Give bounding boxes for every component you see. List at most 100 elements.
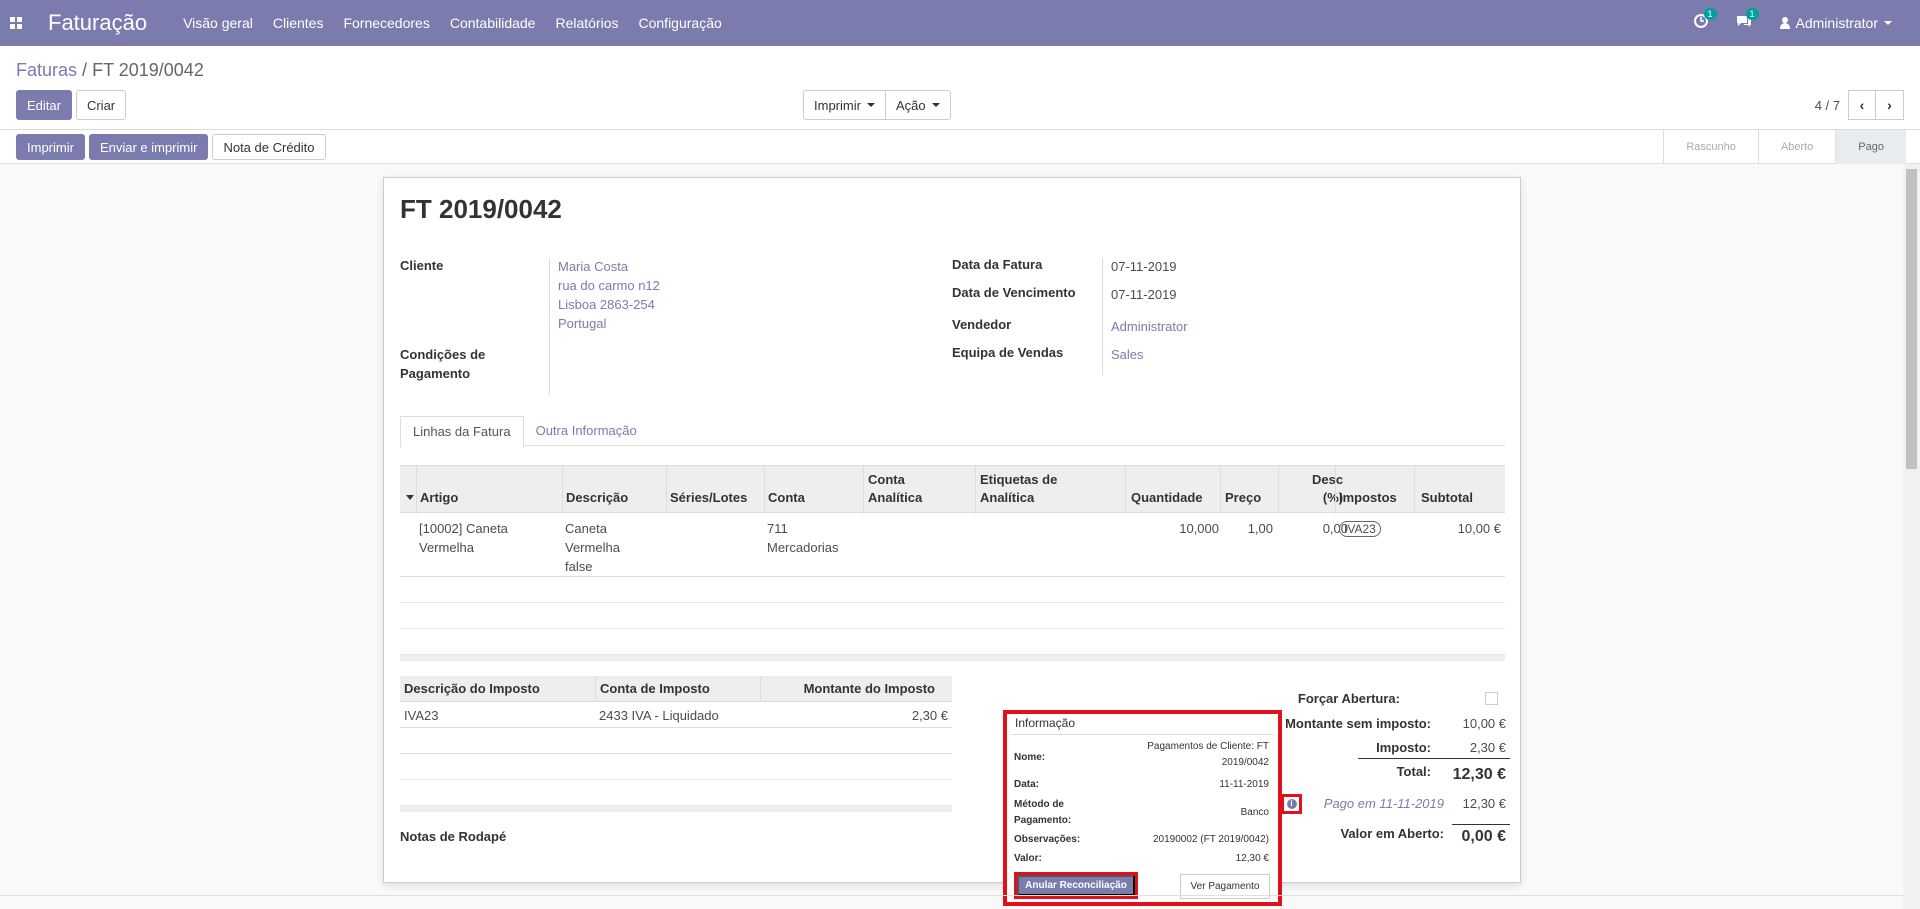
col-preco[interactable]: Preço <box>1225 489 1261 507</box>
col-conta-analitica[interactable]: Conta Analítica <box>868 471 922 507</box>
col-desc-line1: Desc <box>1312 472 1344 487</box>
apps-menu-icon[interactable] <box>0 0 32 46</box>
customer-name[interactable]: Maria Costa <box>558 259 628 274</box>
print-dropdown-label: Imprimir <box>814 97 861 113</box>
popover-method-label-line2: Pagamento: <box>1014 815 1072 826</box>
caret-down-icon <box>931 103 940 107</box>
payment-info-popover: Informação Nome: Pagamentos de Cliente: … <box>1003 710 1282 906</box>
app-brand[interactable]: Faturação <box>48 10 147 36</box>
customer-street[interactable]: rua do carmo n12 <box>558 278 660 293</box>
col-conta[interactable]: Conta <box>768 489 805 507</box>
column-separator <box>1335 466 1336 514</box>
table-row[interactable]: [10002] Caneta Vermelha Caneta Vermelha fal… <box>400 513 1505 577</box>
tab-other-info[interactable]: Outra Informação <box>524 416 649 448</box>
col-tax-amount[interactable]: Montante do Imposto <box>804 681 935 696</box>
unreconcile-button[interactable]: Anular Reconciliação <box>1017 875 1135 896</box>
residual-value: 0,00 € <box>1461 828 1506 845</box>
col-tax-account[interactable]: Conta de Imposto <box>600 681 710 696</box>
cell-artigo: [10002] Caneta Vermelha <box>419 519 508 557</box>
column-separator <box>863 466 864 514</box>
payment-terms-label: Condições de Pagamento <box>400 345 485 383</box>
control-panel: Faturas / FT 2019/0042 Editar Criar Impr… <box>0 46 1920 130</box>
cell-quantidade: 10,000 <box>1179 521 1219 536</box>
col-series[interactable]: Séries/Lotes <box>670 489 747 507</box>
invoice-lines-table: Artigo Descrição Séries/Lotes Conta Cont… <box>400 465 1505 661</box>
scrollbar-thumb[interactable] <box>1906 169 1917 469</box>
action-dropdown[interactable]: Ação <box>885 90 951 120</box>
cell-descricao-line2: Vermelha <box>565 540 620 555</box>
tab-invoice-lines[interactable]: Linhas da Fatura <box>400 416 524 448</box>
create-button[interactable]: Criar <box>75 90 127 120</box>
user-avatar-icon <box>1779 17 1790 29</box>
force-open-label: Forçar Abertura: <box>1297 691 1400 706</box>
menu-clientes[interactable]: Clientes <box>273 15 324 31</box>
menu-relatorios[interactable]: Relatórios <box>555 15 618 31</box>
tax-table-header: Descrição do Imposto Conta de Imposto Mo… <box>400 676 952 702</box>
menu-contabilidade[interactable]: Contabilidade <box>450 15 536 31</box>
popover-notes-value: 20190002 (FT 2019/0042) <box>1152 834 1269 845</box>
column-separator <box>1414 466 1415 514</box>
pager-value[interactable]: 4 / 7 <box>1815 98 1840 113</box>
popover-method-label: Método de Pagamento: <box>1014 797 1071 829</box>
print-invoice-button[interactable]: Imprimir <box>16 134 85 160</box>
menu-visao-geral[interactable]: Visão geral <box>183 15 253 31</box>
column-separator <box>595 676 596 702</box>
pager-previous-button[interactable]: ‹ <box>1848 90 1876 120</box>
user-menu[interactable]: Administrator <box>1779 15 1892 31</box>
customer-label: Cliente <box>400 258 444 273</box>
payment-info-highlight[interactable]: i <box>1281 794 1302 814</box>
col-impostos[interactable]: Impostos <box>1339 489 1397 507</box>
invoice-sheet: FT 2019/0042 Cliente Maria Costa rua do … <box>383 177 1521 883</box>
empty-row <box>400 780 952 806</box>
cell-descricao: Caneta Vermelha false <box>565 519 620 576</box>
col-subtotal[interactable]: Subtotal <box>1421 489 1473 507</box>
pager-next-button[interactable]: › <box>1876 90 1904 120</box>
col-conta-analitica-line1: Conta <box>868 472 905 487</box>
stage-pago[interactable]: Pago <box>1835 130 1906 164</box>
credit-note-button[interactable]: Nota de Crédito <box>212 134 326 160</box>
tax-description-cell: IVA23 <box>404 708 439 723</box>
col-quantidade[interactable]: Quantidade <box>1131 489 1203 507</box>
stage-rascunho[interactable]: Rascunho <box>1663 130 1758 164</box>
page-scrollbar[interactable] <box>1903 164 1920 909</box>
sort-caret-icon[interactable] <box>406 495 414 500</box>
cell-subtotal: 10,00 € <box>1457 521 1501 536</box>
send-print-button[interactable]: Enviar e imprimir <box>88 134 209 160</box>
menu-configuracao[interactable]: Configuração <box>639 15 722 31</box>
table-row[interactable]: IVA23 2433 IVA - Liquidado 2,30 € <box>400 702 952 728</box>
popover-method-label-line1: Método de <box>1014 799 1064 810</box>
payment-terms-label-line1: Condições de <box>400 347 486 362</box>
col-etiquetas-analitica[interactable]: Etiquetas de Analítica <box>980 471 1057 507</box>
status-stages: Rascunho Aberto Pago <box>1663 130 1906 164</box>
sales-team-value[interactable]: Sales <box>1111 347 1144 362</box>
empty-row <box>400 577 1505 603</box>
customer-city[interactable]: Lisboa 2863-254 <box>558 297 655 312</box>
popover-value-amount: 12,30 € <box>1235 853 1269 864</box>
pager: 4 / 7 ‹ › <box>1815 90 1904 120</box>
menu-fornecedores[interactable]: Fornecedores <box>343 15 429 31</box>
breadcrumb-faturas[interactable]: Faturas <box>16 60 77 80</box>
info-circle-icon[interactable]: i <box>1286 799 1297 809</box>
col-tax-description[interactable]: Descrição do Imposto <box>404 681 540 696</box>
tax-total-value: 2,30 € <box>1469 740 1506 755</box>
empty-row <box>400 754 952 780</box>
activity-clock-icon[interactable]: 1 <box>1693 8 1717 32</box>
force-open-checkbox[interactable] <box>1485 692 1498 705</box>
customer-country[interactable]: Portugal <box>558 316 606 331</box>
salesperson-value[interactable]: Administrator <box>1111 319 1188 334</box>
col-descricao[interactable]: Descrição <box>566 489 628 507</box>
stage-aberto[interactable]: Aberto <box>1757 130 1835 164</box>
statusbar: Imprimir Enviar e imprimir Nota de Crédi… <box>0 130 1920 164</box>
col-artigo[interactable]: Artigo <box>420 489 458 507</box>
top-navbar: Faturação Visão geral Clientes Fornecedo… <box>0 0 1920 46</box>
paid-on-label[interactable]: Pago em 11-11-2019 <box>1324 796 1444 811</box>
breadcrumb: Faturas / FT 2019/0042 <box>16 60 204 81</box>
total-label: Total: <box>1396 764 1431 779</box>
popover-title-rule <box>1011 734 1274 735</box>
due-date-label: Data de Vencimento <box>952 285 1076 300</box>
print-dropdown[interactable]: Imprimir <box>803 90 886 120</box>
edit-button[interactable]: Editar <box>16 90 72 120</box>
messages-chat-icon[interactable]: 1 <box>1736 8 1759 32</box>
invoice-date-value: 07-11-2019 <box>1111 259 1177 274</box>
tax-account-cell: 2433 IVA - Liquidado <box>599 708 719 723</box>
